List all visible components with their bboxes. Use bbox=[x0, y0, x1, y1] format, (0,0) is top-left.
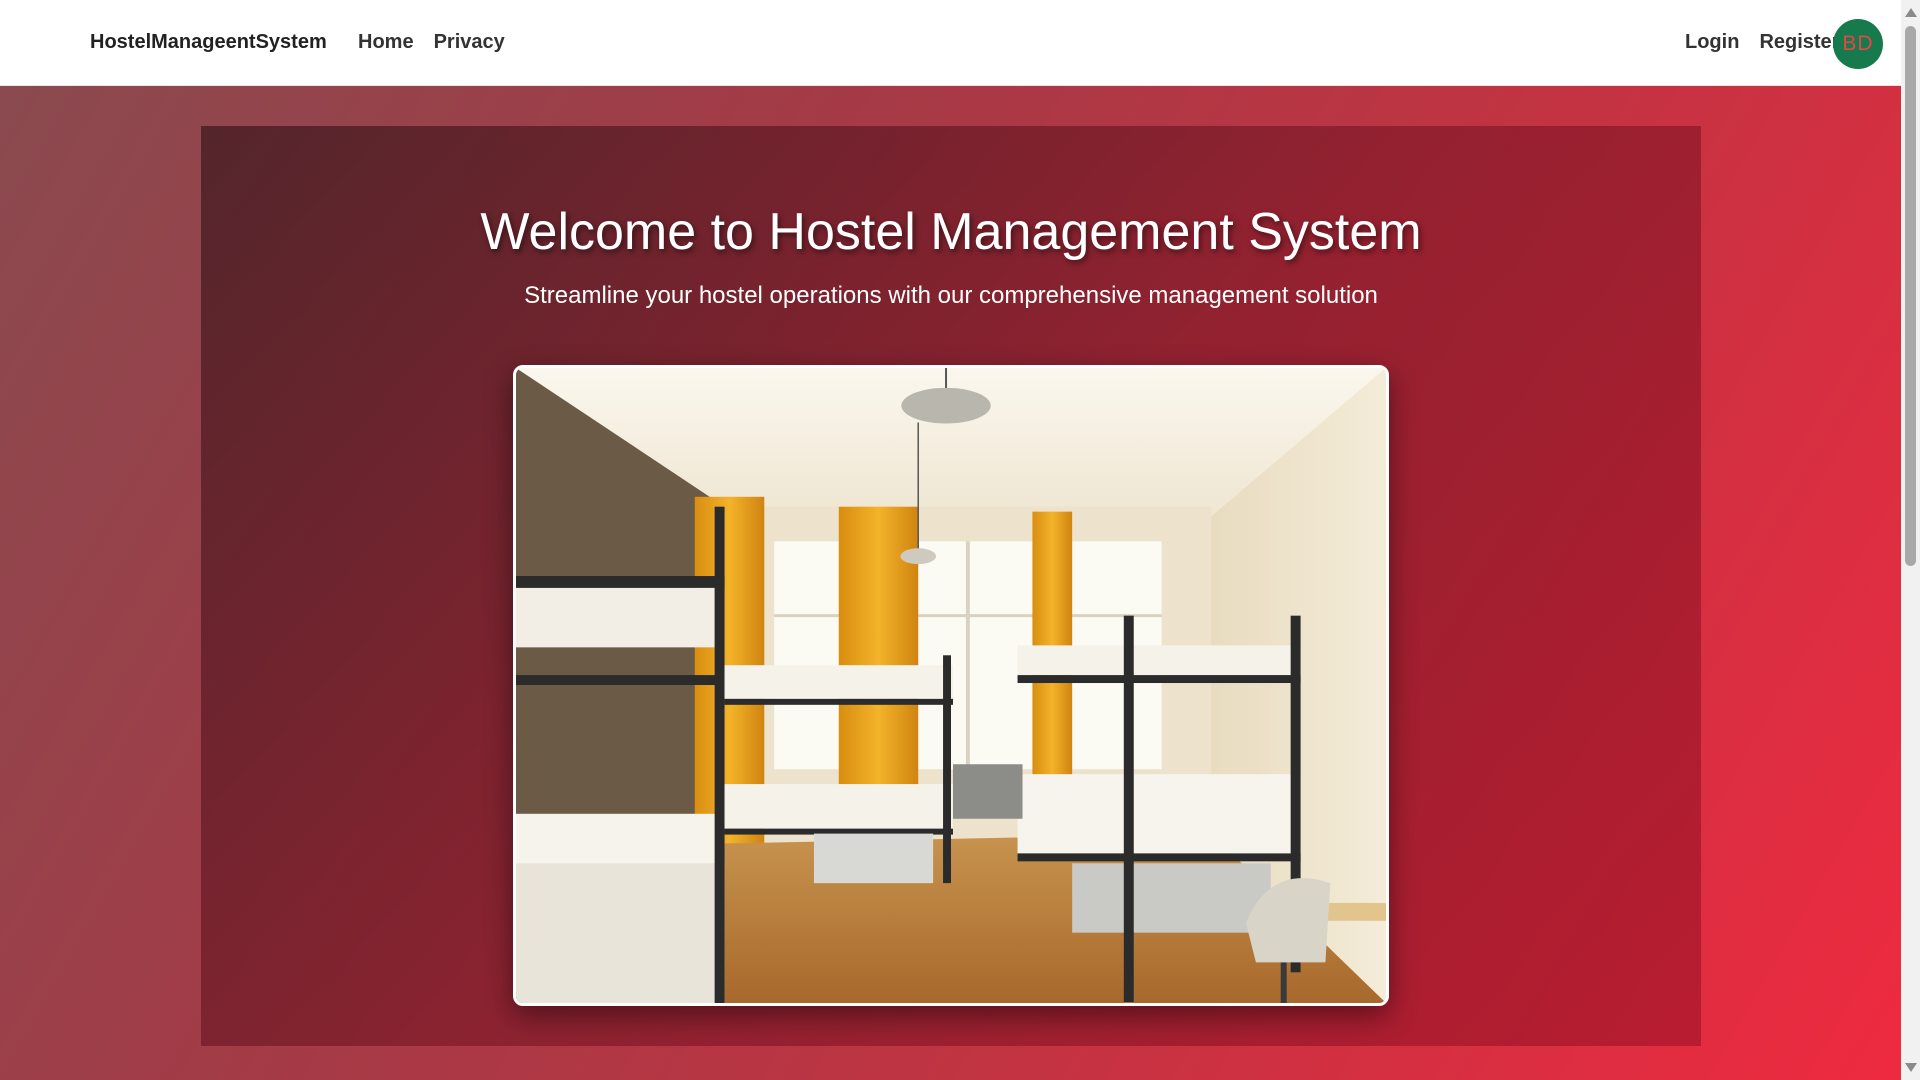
scroll-up-arrow-icon[interactable] bbox=[1905, 8, 1917, 17]
vertical-scrollbar[interactable] bbox=[1901, 0, 1920, 1080]
top-navbar: HostelManageentSystem Home Privacy Login… bbox=[0, 0, 1901, 86]
nav-link-home[interactable]: Home bbox=[358, 31, 414, 54]
register-link[interactable]: Register bbox=[1759, 31, 1839, 54]
login-link[interactable]: Login bbox=[1685, 31, 1739, 54]
hero-title: Welcome to Hostel Management System bbox=[480, 203, 1422, 261]
main-nav: Home Privacy bbox=[358, 31, 505, 54]
hero-section: Welcome to Hostel Management System Stre… bbox=[0, 86, 1901, 1080]
hero-panel: Welcome to Hostel Management System Stre… bbox=[201, 126, 1701, 1046]
hostel-room-image bbox=[513, 365, 1389, 1006]
scrollbar-thumb[interactable] bbox=[1905, 26, 1916, 566]
user-avatar[interactable]: BD bbox=[1833, 19, 1883, 69]
brand-logo-link[interactable]: HostelManageentSystem bbox=[90, 31, 327, 54]
hostel-room-illustration bbox=[516, 368, 1386, 1003]
hero-subtitle: Streamline your hostel operations with o… bbox=[524, 282, 1378, 309]
nav-link-privacy[interactable]: Privacy bbox=[434, 31, 505, 54]
auth-nav: Login Register bbox=[1685, 31, 1839, 54]
scroll-down-arrow-icon[interactable] bbox=[1905, 1063, 1917, 1072]
